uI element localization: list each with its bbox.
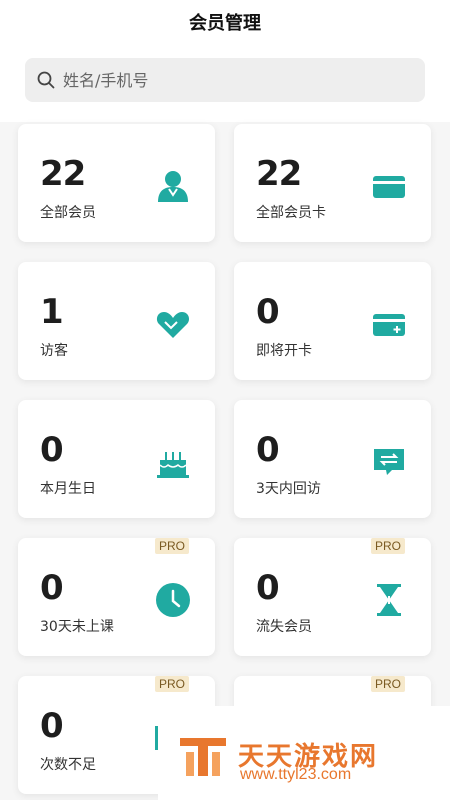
card-label: 流失会员	[256, 619, 312, 635]
watermark-url: www.ttyl23.com	[240, 766, 352, 783]
pro-badge: PRO	[154, 538, 189, 554]
card-value: 0	[256, 292, 280, 332]
birthday-cake-icon	[157, 452, 189, 478]
card-label: 3天内回访	[256, 481, 321, 497]
app-header: 会员管理	[0, 0, 450, 44]
search-bar-area	[0, 44, 450, 122]
search-box[interactable]	[25, 58, 425, 102]
site-watermark: 天天游戏网 www.ttyl23.com	[158, 706, 450, 800]
search-input[interactable]	[63, 70, 363, 90]
pro-badge: PRO	[370, 676, 405, 692]
hourglass-icon	[377, 584, 401, 616]
member-icon	[158, 171, 188, 202]
card-label: 30天未上课	[40, 619, 114, 635]
revisit-chat-icon	[374, 449, 404, 475]
card-value: 0	[40, 568, 64, 608]
card-lost-members[interactable]: PRO 0 流失会员	[234, 538, 431, 656]
card-value: 0	[40, 430, 64, 470]
pro-badge: PRO	[154, 676, 189, 692]
page-title: 会员管理	[189, 13, 261, 34]
card-label: 即将开卡	[256, 343, 312, 359]
card-value: 22	[256, 154, 302, 194]
card-all-members[interactable]: 22 全部会员	[18, 124, 215, 242]
card-value: 0	[40, 706, 64, 746]
card-upcoming-cards[interactable]: 0 即将开卡	[234, 262, 431, 380]
card-all-member-cards[interactable]: 22 全部会员卡	[234, 124, 431, 242]
clock-icon	[156, 583, 190, 617]
card-value: 1	[40, 292, 64, 332]
watermark-logo-icon	[180, 738, 226, 776]
card-birthdays[interactable]: 0 本月生日	[18, 400, 215, 518]
card-label: 访客	[40, 343, 68, 359]
card-label: 本月生日	[40, 481, 96, 497]
card-value: 0	[256, 430, 280, 470]
card-label: 全部会员	[40, 205, 96, 221]
card-revisit-3days[interactable]: 0 3天内回访	[234, 400, 431, 518]
search-icon	[37, 71, 55, 89]
card-icon	[373, 176, 405, 198]
card-value: 0	[256, 568, 280, 608]
handshake-heart-icon	[156, 312, 190, 338]
pro-badge: PRO	[370, 538, 405, 554]
card-label: 次数不足	[40, 757, 96, 773]
card-value: 22	[40, 154, 86, 194]
add-card-icon	[373, 314, 405, 336]
card-no-class-30days[interactable]: PRO 0 30天未上课	[18, 538, 215, 656]
card-visitors[interactable]: 1 访客	[18, 262, 215, 380]
card-label: 全部会员卡	[256, 205, 326, 221]
